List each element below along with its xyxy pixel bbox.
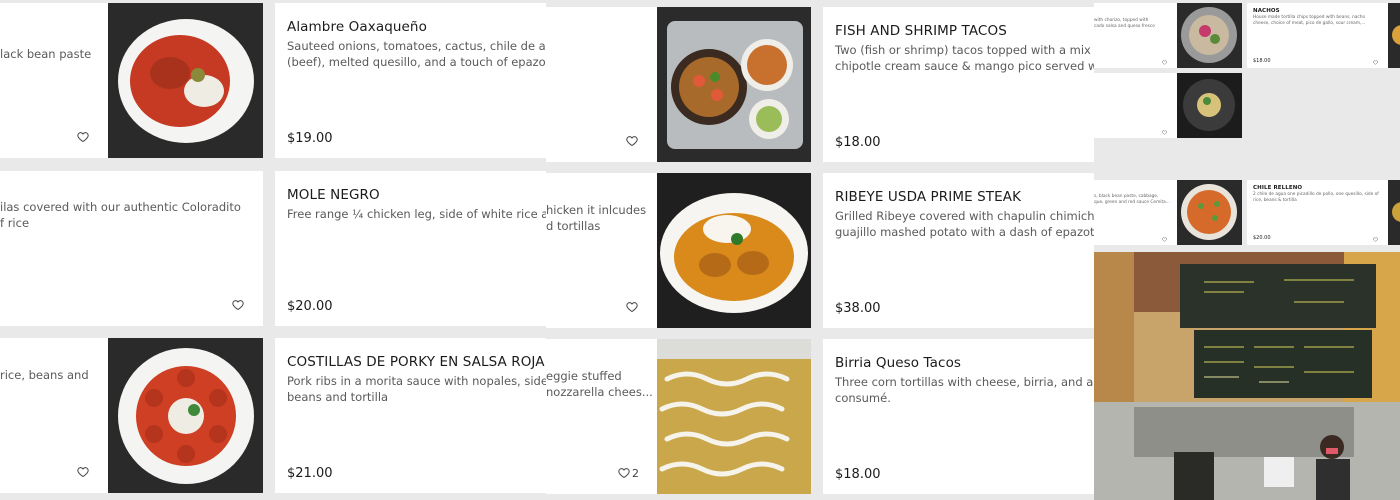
menu-item-card[interactable]: NACHOS House made tortilla chips topped …: [1247, 3, 1400, 68]
heart-icon: [1162, 130, 1167, 135]
menu-item-card[interactable]: hicken it inlcudes d tortillas: [546, 173, 811, 328]
item-title: CHILE RELLENO: [1253, 185, 1303, 191]
favorite-button[interactable]: [626, 300, 640, 314]
item-title: FISH AND SHRIMP TACOS: [835, 23, 1007, 39]
menu-item-card[interactable]: Alambre Oaxaqueño Sauteed onions, tomato…: [275, 3, 546, 158]
dish-image: [657, 339, 811, 494]
heart-icon: [626, 302, 638, 313]
menu-item-card[interactable]: s, black bean paste, cabbage, que, green…: [1094, 180, 1242, 245]
favorite-button[interactable]: [1162, 236, 1168, 242]
item-description: Pork ribs in a morita sauce with nopales…: [287, 374, 546, 404]
item-title: RIBEYE USDA PRIME STEAK: [835, 189, 1022, 205]
dish-image: [1177, 180, 1242, 245]
item-price: $38.00: [835, 301, 881, 316]
menu-item-card[interactable]: rice, beans and: [0, 338, 263, 493]
item-description: Free range ¼ chicken leg, side of white …: [287, 207, 546, 221]
favorite-button[interactable]: [1162, 129, 1168, 135]
menu-panel-1: lack bean paste Alambre Oaxaqueño Sautee…: [0, 0, 546, 500]
favorite-button[interactable]: [1373, 59, 1379, 65]
menu-item-card[interactable]: FISH AND SHRIMP TACOS Two (fish or shrim…: [823, 7, 1094, 162]
item-title: MOLE NEGRO: [287, 187, 380, 203]
heart-icon: [1373, 237, 1378, 242]
like-count: 2: [632, 466, 639, 480]
menu-panel-2: FISH AND SHRIMP TACOS Two (fish or shrim…: [546, 0, 1094, 500]
favorite-button[interactable]: [232, 298, 246, 312]
item-description: House made tortilla chips topped with be…: [1253, 15, 1366, 26]
favorite-button[interactable]: [1162, 59, 1168, 65]
menu-item-card[interactable]: eggie stuffed nozzarella chees... 2: [546, 339, 811, 494]
dish-image: [1388, 180, 1400, 245]
item-price: $18.00: [1253, 58, 1271, 64]
item-description: Three corn tortillas with cheese, birria…: [835, 375, 1094, 405]
menu-item-card[interactable]: with chorizo, topped with cado salsa and…: [1094, 3, 1242, 68]
item-price: $20.00: [1253, 235, 1271, 241]
menu-item-card[interactable]: [546, 7, 811, 162]
favorite-button[interactable]: 2: [618, 466, 639, 480]
item-price: $18.00: [835, 135, 881, 150]
item-price: $20.00: [287, 299, 333, 314]
heart-icon: [1162, 237, 1167, 242]
item-description: 2 chile de agua one picadillo de pollo, …: [1253, 192, 1379, 203]
menu-panel-3: with chorizo, topped with cado salsa and…: [1094, 0, 1400, 500]
heart-icon: [626, 136, 638, 147]
item-price: $19.00: [287, 131, 333, 146]
item-title: Birria Queso Tacos: [835, 355, 962, 371]
menu-item-card[interactable]: Birria Queso Tacos Three corn tortillas …: [823, 339, 1094, 494]
menu-item-card[interactable]: lack bean paste: [0, 3, 263, 158]
dish-image: [1177, 3, 1242, 68]
dish-image: [1388, 3, 1400, 68]
favorite-button[interactable]: [626, 134, 640, 148]
heart-icon: [77, 132, 89, 143]
menu-item-card[interactable]: RIBEYE USDA PRIME STEAK Grilled Ribeye c…: [823, 173, 1094, 328]
item-description: Sauteed onions, tomatoes, cactus, chile …: [287, 39, 546, 69]
heart-icon: [1162, 60, 1167, 65]
heart-icon: [77, 467, 89, 478]
favorite-button[interactable]: [1373, 236, 1379, 242]
item-price: $21.00: [287, 466, 333, 481]
item-title: Alambre Oaxaqueño: [287, 19, 427, 35]
menu-item-card[interactable]: CHILE RELLENO 2 chile de agua one picadi…: [1247, 180, 1400, 245]
heart-icon: [232, 300, 244, 311]
item-price: $18.00: [835, 467, 881, 482]
menu-item-card[interactable]: MOLE NEGRO Free range ¼ chicken leg, sid…: [275, 171, 546, 326]
dish-image: [1177, 73, 1242, 138]
item-description: Two (fish or shrimp) tacos topped with a…: [835, 43, 1094, 73]
favorite-button[interactable]: [77, 465, 91, 479]
item-title: NACHOS: [1253, 8, 1280, 14]
menu-item-card[interactable]: COSTILLAS DE PORKY EN SALSA ROJA Pork ri…: [275, 338, 546, 493]
dish-image: [657, 7, 811, 162]
dish-image: [657, 173, 811, 328]
heart-icon: [618, 468, 630, 479]
restaurant-photo: [1094, 252, 1400, 500]
menu-item-card[interactable]: ilas covered with our authentic Coloradi…: [0, 171, 263, 326]
item-title: COSTILLAS DE PORKY EN SALSA ROJA: [287, 354, 545, 370]
item-description: Grilled Ribeye covered with chapulin chi…: [835, 209, 1094, 239]
favorite-button[interactable]: [77, 130, 91, 144]
menu-item-card[interactable]: [1094, 73, 1242, 138]
dish-image: [108, 3, 263, 158]
item-description: ilas covered with our authentic Coloradi…: [0, 200, 241, 230]
heart-icon: [1373, 60, 1378, 65]
dish-image: [108, 338, 263, 493]
